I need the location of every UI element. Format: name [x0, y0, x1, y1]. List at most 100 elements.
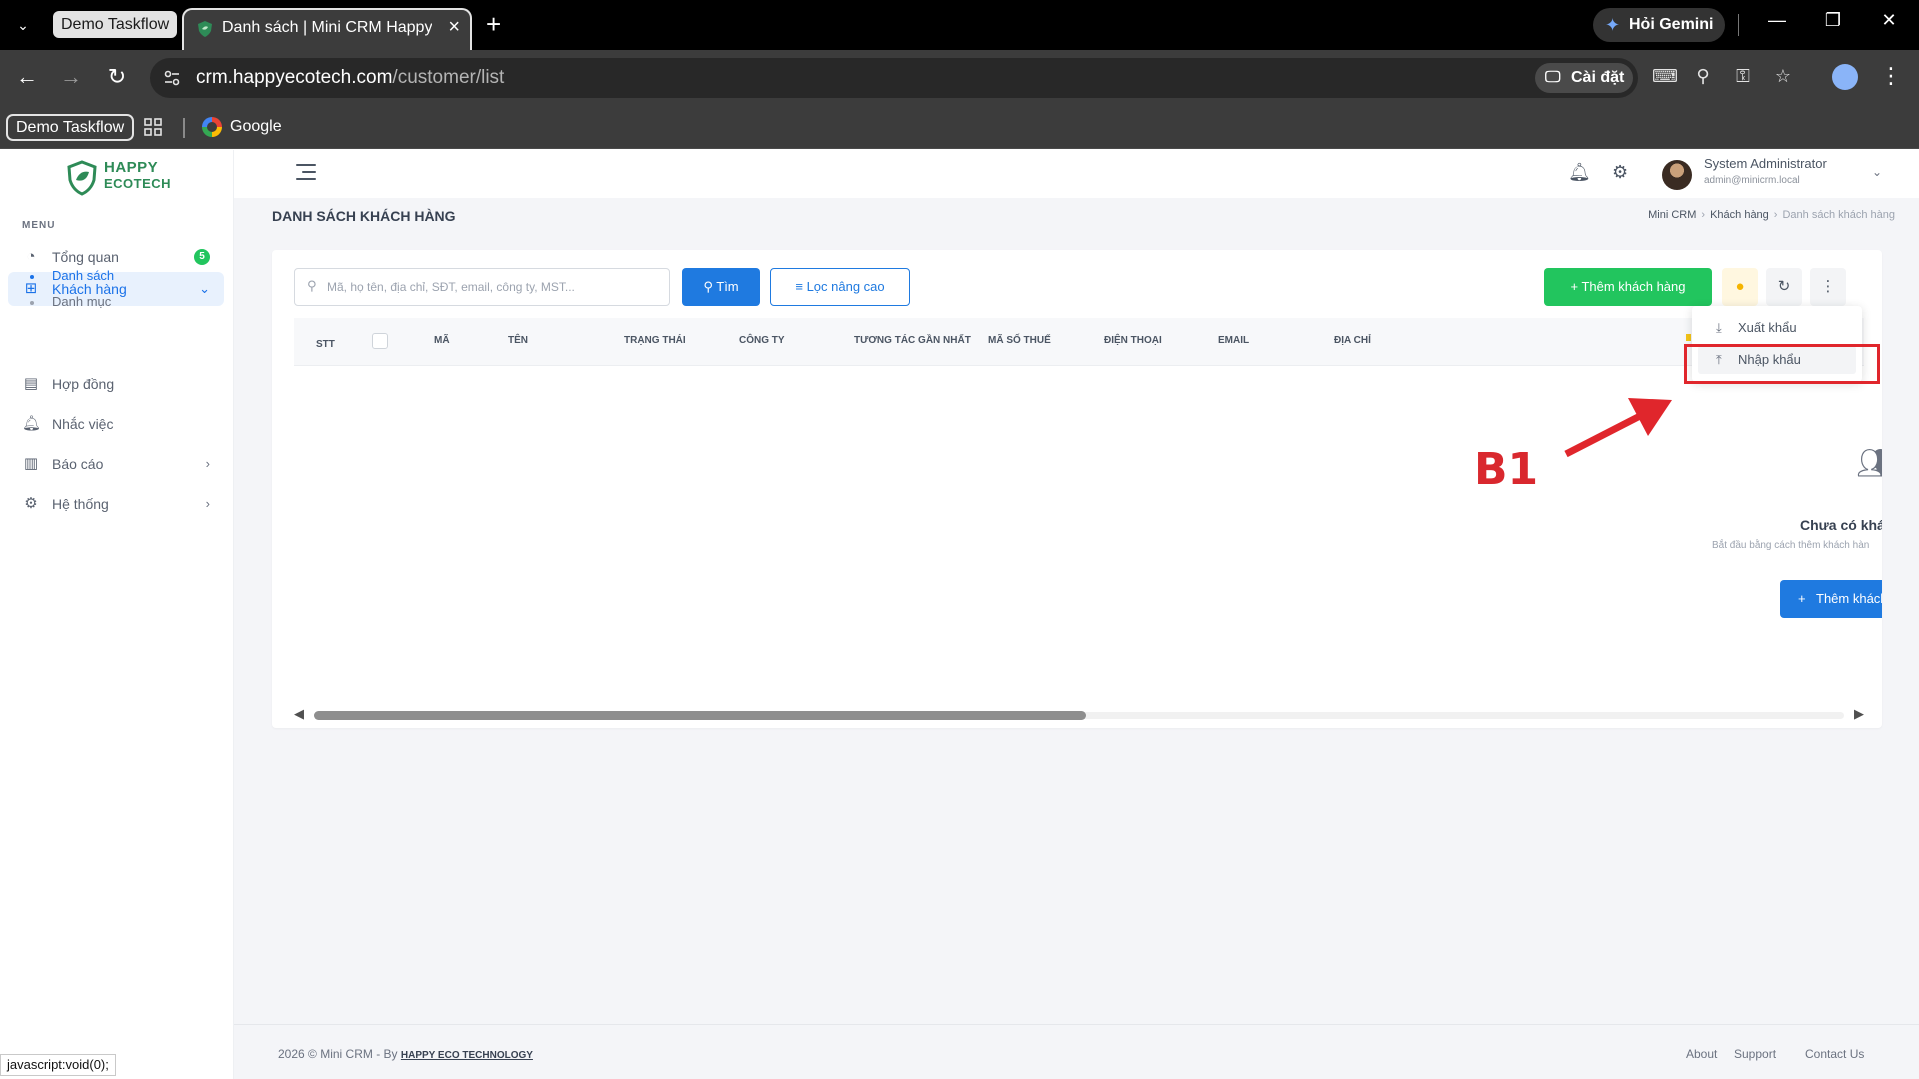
chevron-down-icon: ⌄	[1871, 165, 1882, 179]
column-header[interactable]: ĐIỆN THOẠI	[1104, 335, 1162, 346]
advanced-filter-button[interactable]: ≡ Lọc nâng cao	[770, 268, 910, 306]
scroll-left-arrow-icon[interactable]: ◀	[294, 706, 304, 722]
zoom-icon[interactable]: ⚲	[1690, 66, 1716, 87]
new-tab-icon[interactable]: +	[486, 10, 501, 38]
sidebar-item-label: Hệ thống	[52, 496, 109, 512]
footer-link-about[interactable]: About	[1686, 1047, 1717, 1061]
gemini-button[interactable]: ✦ Hỏi Gemini	[1593, 8, 1725, 42]
main-area: 🔔︎ ⚙ System Administrator admin@minicrm.…	[234, 150, 1919, 1079]
apps-grid-icon[interactable]	[144, 118, 162, 136]
breadcrumb-current: Danh sách khách hàng	[1782, 209, 1895, 221]
select-all-checkbox[interactable]	[372, 333, 388, 349]
copyright-text: 2026 © Mini CRM - By	[278, 1047, 401, 1061]
logo[interactable]: HAPPY ECOTECH	[66, 158, 186, 198]
user-menu[interactable]: System Administrator admin@minicrm.local…	[1654, 154, 1894, 194]
column-header[interactable]: CÔNG TY	[739, 335, 785, 346]
menu-caption: MENU	[22, 220, 56, 231]
column-header[interactable]: MÃ	[434, 335, 450, 346]
bookmark-star-icon[interactable]: ☆	[1770, 66, 1796, 87]
sidebar-item-reports[interactable]: ▥ Báo cáo ›	[8, 447, 224, 481]
download-icon: ⤓	[1716, 320, 1722, 335]
theme-sun-icon[interactable]: ●	[1722, 268, 1758, 306]
translate-icon[interactable]: ⌨	[1652, 66, 1678, 87]
plus-icon: +	[1798, 591, 1806, 606]
forward-icon[interactable]: →	[56, 64, 86, 90]
sidebar-item-contracts[interactable]: ▤ Hợp đồng	[8, 367, 224, 401]
find-button[interactable]: ⚲ Tìm	[682, 268, 760, 306]
export-menu-item[interactable]: ⤓ Xuất khẩu	[1698, 314, 1856, 342]
column-header[interactable]: ĐỊA CHỈ	[1334, 335, 1371, 346]
scroll-thumb[interactable]	[314, 711, 1086, 720]
hamburger-menu-icon[interactable]	[296, 164, 316, 182]
install-label: Cài đặt	[1571, 69, 1625, 86]
plus-icon: +	[1570, 279, 1582, 294]
annotation-highlight-box	[1684, 344, 1880, 384]
refresh-icon[interactable]: ↻	[1766, 268, 1802, 306]
sidebar-subitem-categories[interactable]: Danh mục	[30, 292, 111, 312]
empty-state-subtitle: Bắt đầu bằng cách thêm khách hàn	[1712, 540, 1870, 551]
chevron-down-icon: ⌄	[199, 281, 210, 296]
sidebar-item-label: Báo cáo	[52, 456, 104, 472]
sidebar-item-label: Hợp đồng	[52, 376, 115, 392]
breadcrumb: Mini CRM › Khách hàng › Danh sách khách hàng	[1648, 209, 1895, 221]
logo-line1: HAPPY	[104, 159, 159, 176]
tab-group-chip[interactable]: Demo Taskflow	[53, 11, 178, 38]
bell-notification-icon[interactable]: 🔔︎	[1568, 162, 1591, 183]
close-tab-icon[interactable]: ×	[448, 16, 460, 39]
restore-icon[interactable]: ❐	[1818, 10, 1848, 31]
tab-search-chevron-icon[interactable]: ⌄	[10, 12, 36, 38]
horizontal-scrollbar[interactable]: ◀ ▶	[294, 706, 1864, 722]
footer-link-contact[interactable]: Contact Us	[1805, 1047, 1864, 1061]
find-label: Tìm	[716, 279, 739, 294]
browser-menu-icon[interactable]: ⋮	[1880, 63, 1902, 89]
minimize-icon[interactable]: —	[1762, 10, 1792, 31]
breadcrumb-separator: ›	[1773, 209, 1778, 221]
password-key-icon[interactable]: ⚿	[1730, 66, 1756, 87]
breadcrumb-link[interactable]: Mini CRM	[1648, 209, 1696, 221]
breadcrumb-link[interactable]: Khách hàng	[1710, 209, 1769, 221]
breadcrumb-separator: ›	[1701, 209, 1706, 221]
sidebar-item-system[interactable]: ⚙ Hệ thống ›	[8, 487, 224, 521]
add-customer-button[interactable]: + Thêm khách hàng	[1544, 268, 1712, 306]
bullet-dot	[30, 301, 34, 305]
settings-gear-icon[interactable]: ⚙	[1612, 162, 1628, 183]
sidebar-item-reminders[interactable]: 🔔︎ Nhắc việc	[8, 407, 224, 441]
filter-lines-icon: ≡	[795, 279, 807, 294]
logo-shield-icon	[67, 160, 97, 196]
url-text: crm.happyecotech.com/customer/list	[196, 67, 504, 89]
more-options-icon[interactable]: ⋮	[1810, 268, 1846, 306]
bookmark-divider	[183, 118, 185, 138]
profile-avatar-icon[interactable]	[1832, 64, 1858, 90]
back-icon[interactable]: ←	[12, 64, 42, 90]
bar-chart-icon: ▥	[23, 455, 39, 472]
column-header[interactable]: TƯƠNG TÁC GẦN NHẤT	[854, 335, 971, 346]
users-empty-icon: 👥︎	[1856, 447, 1882, 480]
column-header[interactable]: TRẠNG THÁI	[624, 335, 686, 346]
column-header[interactable]: TÊN	[508, 335, 528, 346]
company-link[interactable]: HAPPY ECO TECHNOLOGY	[401, 1050, 533, 1061]
gemini-label: Hỏi Gemini	[1629, 16, 1714, 33]
google-logo-icon	[202, 117, 222, 137]
bookmark-group-chip[interactable]: Demo Taskflow	[6, 114, 135, 141]
site-info-icon[interactable]	[162, 68, 182, 88]
sidebar-subitem-list[interactable]: Danh sách	[30, 266, 114, 286]
empty-add-customer-button[interactable]: + Thêm khách	[1780, 580, 1882, 618]
close-window-icon[interactable]: ✕	[1874, 10, 1904, 31]
footer-link-support[interactable]: Support	[1734, 1047, 1776, 1061]
scroll-right-arrow-icon[interactable]: ▶	[1854, 706, 1864, 722]
bookmark-google-label: Google	[230, 118, 282, 135]
search-input[interactable]	[327, 277, 657, 297]
install-app-button[interactable]: 🖵 Cài đặt	[1535, 63, 1633, 93]
active-tab[interactable]: Danh sách | Mini CRM Happy Ec ×	[182, 8, 472, 50]
search-box[interactable]: ⚲	[294, 268, 670, 306]
column-header[interactable]: MÃ SỐ THUẾ	[988, 335, 1051, 346]
table-header: STT MÃ TÊN TRẠNG THÁI CÔNG TY TƯƠNG TÁC …	[294, 318, 1864, 366]
filter-label: Lọc nâng cao	[806, 279, 885, 294]
gemini-sparkle-icon: ✦	[1605, 15, 1621, 35]
reload-icon[interactable]: ↻	[102, 64, 132, 90]
address-bar[interactable]: crm.happyecotech.com/customer/list 🖵 Cài…	[150, 58, 1791, 98]
bookmark-google[interactable]: Google	[202, 117, 282, 137]
footer: 2026 © Mini CRM - By HAPPY ECO TECHNOLOG…	[234, 1024, 1919, 1079]
search-icon: ⚲	[307, 278, 317, 293]
column-header[interactable]: EMAIL	[1218, 335, 1249, 346]
